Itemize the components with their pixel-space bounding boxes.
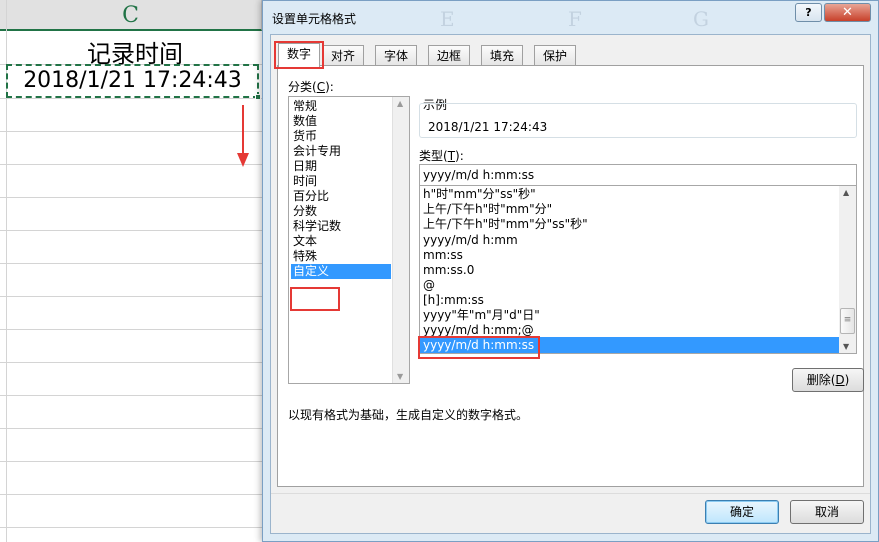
- format-item[interactable]: h"时"mm"分"ss"秒": [420, 186, 840, 202]
- row-line: [0, 164, 262, 165]
- ok-button[interactable]: 确定: [705, 500, 779, 524]
- category-scrollbar[interactable]: ▲ ▼: [392, 97, 409, 383]
- annotation-arrow: [237, 105, 249, 167]
- row-line: [0, 296, 262, 297]
- row-line: [0, 494, 262, 495]
- cancel-button[interactable]: 取消: [790, 500, 864, 524]
- tab-fill[interactable]: 填充: [481, 45, 523, 66]
- format-item[interactable]: mm:ss: [420, 247, 840, 263]
- row-line: [0, 263, 262, 264]
- format-list[interactable]: h"时"mm"分"ss"秒" 上午/下午h"时"mm"分" 上午/下午h"时"m…: [419, 186, 857, 354]
- column-header-c[interactable]: C: [0, 0, 262, 31]
- type-label: 类型(T):: [419, 149, 464, 163]
- format-item[interactable]: 上午/下午h"时"mm"分": [420, 201, 840, 217]
- category-item[interactable]: 时间: [291, 174, 391, 189]
- tab-border[interactable]: 边框: [428, 45, 470, 66]
- help-button[interactable]: ?: [795, 3, 822, 22]
- format-scrollbar[interactable]: ▲ ≡ ▼: [839, 186, 856, 353]
- row-line: [0, 197, 262, 198]
- category-item[interactable]: 百分比: [291, 189, 391, 204]
- row-line: [0, 362, 262, 363]
- tab-number[interactable]: 数字: [278, 43, 320, 67]
- category-label: 分类(C):: [288, 80, 334, 94]
- row-line: [0, 131, 262, 132]
- format-item[interactable]: [h]:mm:ss: [420, 292, 840, 308]
- sample-group: 2018/1/21 17:24:43: [419, 103, 857, 138]
- type-input[interactable]: yyyy/m/d h:mm:ss: [419, 164, 857, 186]
- category-item[interactable]: 数值: [291, 114, 391, 129]
- scroll-thumb[interactable]: ≡: [840, 308, 855, 334]
- scroll-up-icon[interactable]: ▲: [397, 99, 403, 108]
- scroll-down-icon[interactable]: ▼: [397, 372, 403, 381]
- delete-button[interactable]: 删除(D): [792, 368, 864, 392]
- category-item[interactable]: 常规: [291, 99, 391, 114]
- number-tab-panel: 分类(C): 常规 数值 货币 会计专用 日期 时间 百分比 分数 科学记数 文…: [277, 65, 864, 487]
- row-line: [0, 329, 262, 330]
- category-item[interactable]: 特殊: [291, 249, 391, 264]
- category-item[interactable]: 会计专用: [291, 144, 391, 159]
- format-item[interactable]: yyyy/m/d h:mm: [420, 232, 840, 248]
- sample-value: 2018/1/21 17:24:43: [428, 120, 548, 134]
- footer-separator: [271, 493, 870, 494]
- format-item[interactable]: yyyy/m/d h:mm;@: [420, 322, 840, 338]
- row-line: [0, 527, 262, 528]
- category-item[interactable]: 日期: [291, 159, 391, 174]
- category-item[interactable]: 分数: [291, 204, 391, 219]
- tab-font[interactable]: 字体: [375, 45, 417, 66]
- format-item[interactable]: 上午/下午h"时"mm"分"ss"秒": [420, 216, 840, 232]
- scroll-down-icon[interactable]: ▼: [843, 342, 849, 351]
- ghost-letter-f: F: [568, 7, 582, 31]
- dialog-title-bar[interactable]: E F G 设置单元格格式 ? ✕: [263, 1, 878, 35]
- category-item[interactable]: 文本: [291, 234, 391, 249]
- row-line: [0, 395, 262, 396]
- scroll-up-icon[interactable]: ▲: [843, 188, 849, 197]
- tab-protection[interactable]: 保护: [534, 45, 576, 66]
- ghost-letter-e: E: [440, 7, 455, 31]
- category-item[interactable]: 科学记数: [291, 219, 391, 234]
- category-item[interactable]: 货币: [291, 129, 391, 144]
- row-line: [0, 230, 262, 231]
- category-item-custom[interactable]: 自定义: [291, 264, 391, 279]
- fill-handle[interactable]: [255, 94, 261, 100]
- format-item[interactable]: @: [420, 277, 840, 293]
- row-line: [0, 98, 262, 99]
- close-button[interactable]: ✕: [824, 3, 871, 22]
- format-item[interactable]: yyyy"年"m"月"d"日": [420, 307, 840, 323]
- dialog-client: 数字 对齐 字体 边框 填充 保护 分类(C): 常规 数值 货币 会计专用 日…: [270, 34, 871, 534]
- dialog-title: 设置单元格格式: [272, 12, 357, 26]
- description-text: 以现有格式为基础，生成自定义的数字格式。: [288, 408, 529, 422]
- format-cells-dialog: E F G 设置单元格格式 ? ✕ 数字 对齐 字体 边框 填充 保护 分类(C…: [262, 0, 879, 542]
- selected-cell[interactable]: 2018/1/21 17:24:43: [6, 64, 261, 100]
- category-list[interactable]: 常规 数值 货币 会计专用 日期 时间 百分比 分数 科学记数 文本 特殊 自定…: [288, 96, 410, 384]
- format-item-selected[interactable]: yyyy/m/d h:mm:ss: [420, 337, 840, 353]
- ghost-letter-g: G: [693, 7, 709, 31]
- selected-cell-value: 2018/1/21 17:24:43: [23, 68, 242, 93]
- tab-alignment[interactable]: 对齐: [322, 45, 364, 66]
- row-line: [0, 428, 262, 429]
- format-item[interactable]: mm:ss.0: [420, 262, 840, 278]
- row-line: [0, 461, 262, 462]
